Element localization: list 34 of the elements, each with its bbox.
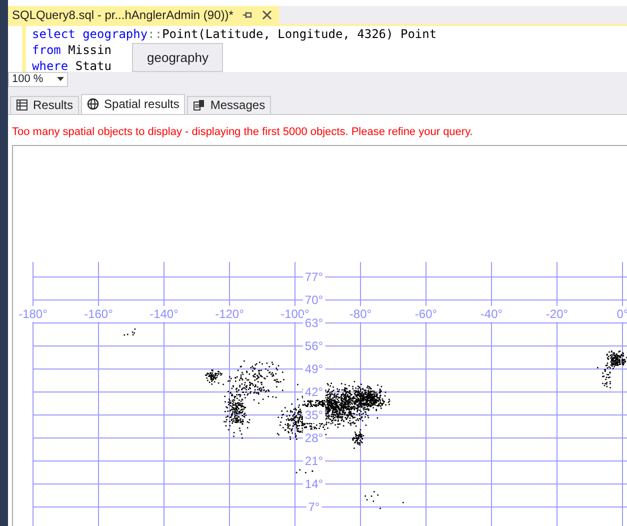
longitude-label: -120° — [215, 307, 244, 321]
code-line: from Missin — [32, 42, 112, 58]
latitude-label: 63° — [304, 316, 324, 330]
caret-icon — [57, 77, 64, 81]
latitude-label: 70° — [304, 293, 324, 307]
tooltip: geography — [132, 42, 224, 72]
latitude-label: 77° — [304, 270, 324, 284]
code-line: where Statu — [32, 58, 112, 74]
latitude-label: 42° — [304, 385, 324, 399]
globe-icon — [87, 98, 100, 110]
longitude-label: -20° — [546, 307, 568, 321]
longitude-label: -40° — [480, 307, 503, 321]
latitude-label: 14° — [304, 477, 324, 491]
result-tab[interactable]: Messages — [187, 96, 272, 114]
document-tab[interactable]: SQLQuery8.sql - pr...hAnglerAdmin (90))* — [8, 6, 280, 24]
close-icon — [261, 8, 274, 20]
latitude-label: 28° — [304, 431, 324, 445]
longitude-label: -180° — [18, 307, 48, 321]
longitude-label: -140° — [150, 307, 178, 321]
latitude-label: 21° — [304, 454, 324, 468]
warning-message: Too many spatial objects to display - displaying the first 5000 objects. Please refine your query. — [12, 124, 474, 140]
result-tab[interactable]: Results — [10, 96, 80, 114]
longitude-label: -60° — [414, 307, 438, 321]
result-tab[interactable]: Spatial results — [81, 94, 186, 114]
latitude-label: 35° — [304, 408, 324, 422]
code-line: select geography::Point(Latitude, Longitude, 4326) Point — [32, 26, 437, 42]
document-icon — [193, 99, 206, 111]
longitude-label: -80° — [349, 307, 372, 321]
longitude-label: -160° — [84, 307, 113, 321]
zoom-dropdown[interactable]: 100 % — [8, 72, 68, 86]
latitude-label: 56° — [304, 339, 324, 353]
latitude-label: 7° — [308, 500, 320, 514]
grid-icon — [16, 99, 28, 111]
latitude-label: 49° — [304, 362, 324, 376]
